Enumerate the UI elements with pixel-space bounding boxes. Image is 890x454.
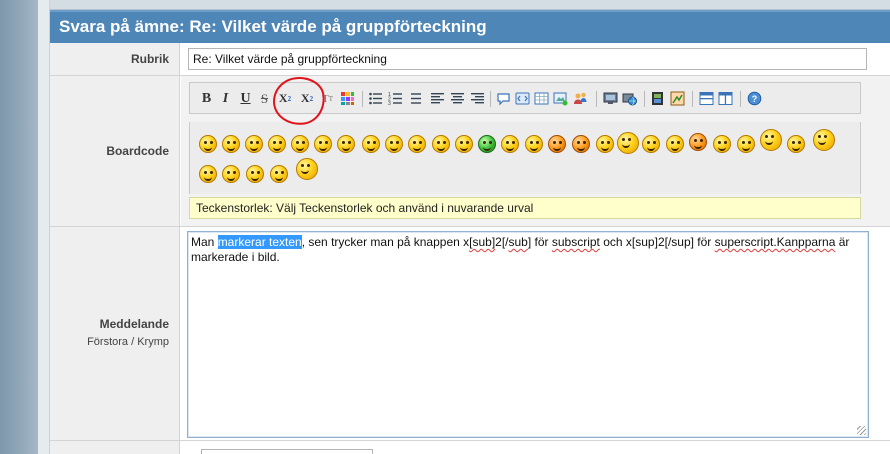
font-button[interactable]: TT <box>320 91 335 106</box>
next-label-cell <box>50 441 180 454</box>
smiley-tongue-icon[interactable] <box>314 135 332 153</box>
subscript-button[interactable]: X2 <box>276 91 294 106</box>
message-label: Meddelande <box>99 317 169 331</box>
align-left-icon[interactable] <box>430 91 445 106</box>
subscript-mark: 2 <box>287 94 292 103</box>
textarea-resize-handle[interactable] <box>857 426 866 435</box>
smiley-mad-icon[interactable] <box>642 135 660 153</box>
strikethrough-button[interactable]: S <box>257 91 272 106</box>
message-textarea[interactable]: Man markerar texten, sen trycker man på … <box>187 231 869 438</box>
smiley-lol-icon[interactable] <box>296 158 318 180</box>
align-right-icon[interactable] <box>470 91 485 106</box>
smiley-shock-icon[interactable] <box>596 135 614 153</box>
smiley-wink-icon[interactable] <box>291 135 309 153</box>
message-label-cell: Meddelande Förstora / Krymp <box>50 227 180 440</box>
svg-text:?: ? <box>752 94 758 104</box>
smiley-blush-icon[interactable] <box>548 135 566 153</box>
smiley-dizzy-icon[interactable] <box>713 135 731 153</box>
toolbar-separator <box>490 91 491 107</box>
font-size-hint: Teckenstorlek: Välj Teckenstorlek och an… <box>189 197 861 219</box>
color-picker-icon[interactable] <box>340 91 355 106</box>
toolbar-separator <box>596 91 597 107</box>
bullet-list-icon[interactable] <box>368 91 383 106</box>
smiley-surprised-icon[interactable] <box>385 135 403 153</box>
split-horizontal-icon[interactable] <box>699 91 714 106</box>
next-row <box>50 441 890 454</box>
smiley-nerd-icon[interactable] <box>787 135 805 153</box>
subject-input[interactable] <box>188 48 867 70</box>
smiley-rolleyes-icon[interactable] <box>432 135 450 153</box>
shrink-link[interactable]: Krymp <box>137 336 169 348</box>
next-cell <box>181 441 890 454</box>
smiley-confused-icon[interactable] <box>408 135 426 153</box>
insert-media-icon[interactable] <box>603 91 618 106</box>
superscript-button[interactable]: X2 <box>298 91 316 106</box>
insert-image-icon[interactable] <box>553 91 568 106</box>
smiley-eek-icon[interactable] <box>525 135 543 153</box>
smiley-laugh-icon[interactable] <box>455 135 473 153</box>
page-background-strip <box>38 0 50 454</box>
italic-button[interactable]: I <box>218 91 233 106</box>
smiley-sick-icon[interactable] <box>478 135 496 153</box>
smiley-angry-icon[interactable] <box>572 135 590 153</box>
resize-links: Förstora / Krymp <box>50 336 169 348</box>
superscript-mark: 2 <box>309 94 314 103</box>
boardcode-label: Boardcode <box>50 76 180 226</box>
boardcode-cell: B I U S X2 X2 TT 123 ? Teckenstorlek: Vä… <box>181 76 890 226</box>
boardcode-toolbar: B I U S X2 X2 TT 123 ? <box>189 82 861 114</box>
resize-divider: / <box>131 336 135 348</box>
message-row: Meddelande Förstora / Krymp Man markerar… <box>50 227 890 441</box>
page-title: Svara på ämne: Re: Vilket värde på grupp… <box>50 10 890 43</box>
smiley-sad-icon[interactable] <box>222 135 240 153</box>
globe-link-icon[interactable] <box>622 91 637 106</box>
smiley-shades-icon[interactable] <box>222 165 240 183</box>
smiley-yawn-icon[interactable] <box>813 129 835 151</box>
smiley-scream-icon[interactable] <box>617 132 639 154</box>
enlarge-link[interactable]: Förstora <box>87 336 128 348</box>
smiley-frown-icon[interactable] <box>501 135 519 153</box>
selected-text: markerar texten <box>217 235 302 249</box>
svg-text:3: 3 <box>388 101 391 106</box>
code-icon[interactable] <box>515 91 530 106</box>
split-vertical-icon[interactable] <box>718 91 733 106</box>
smiley-cool-icon[interactable] <box>199 135 217 153</box>
film-icon[interactable] <box>650 91 665 106</box>
boardcode-row: Boardcode B I U S X2 X2 TT 123 ? Teckens… <box>50 76 890 227</box>
smiley-panel <box>189 122 861 194</box>
users-icon[interactable] <box>573 91 588 106</box>
toolbar-separator <box>692 91 693 107</box>
top-strip <box>50 0 890 10</box>
bold-button[interactable]: B <box>199 91 214 106</box>
smiley-grin-icon[interactable] <box>362 135 380 153</box>
table-icon[interactable] <box>534 91 549 106</box>
smiley-smile-icon[interactable] <box>245 135 263 153</box>
align-center-icon[interactable] <box>450 91 465 106</box>
smiley-squint-icon[interactable] <box>337 135 355 153</box>
smiley-devil-icon[interactable] <box>689 133 707 151</box>
smiley-doubt-icon[interactable] <box>246 165 264 183</box>
underline-button[interactable]: U <box>238 91 253 106</box>
flash-icon[interactable] <box>670 91 685 106</box>
toolbar-separator <box>644 91 645 107</box>
smiley-uncertain-icon[interactable] <box>666 135 684 153</box>
list-item-icon[interactable] <box>408 91 423 106</box>
next-input[interactable] <box>201 449 373 454</box>
smiley-thumbsup-icon[interactable] <box>199 165 217 183</box>
numbered-list-icon[interactable]: 123 <box>388 91 403 106</box>
smiley-happy-icon[interactable] <box>268 135 286 153</box>
toolbar-separator <box>362 91 363 107</box>
toolbar-separator <box>740 91 741 107</box>
help-icon[interactable]: ? <box>747 91 762 106</box>
message-cell: Man markerar texten, sen trycker man på … <box>181 227 890 440</box>
smiley-dead-icon[interactable] <box>737 135 755 153</box>
subscript-glyph: X <box>278 91 288 105</box>
page-background-left <box>0 0 38 454</box>
smiley-thinking-icon[interactable] <box>760 129 782 151</box>
superscript-glyph: X <box>300 91 310 105</box>
subject-cell <box>181 43 890 75</box>
subject-label: Rubrik <box>50 43 180 75</box>
quote-icon[interactable] <box>496 91 511 106</box>
subject-row: Rubrik <box>50 43 890 76</box>
smiley-smirk-icon[interactable] <box>270 165 288 183</box>
